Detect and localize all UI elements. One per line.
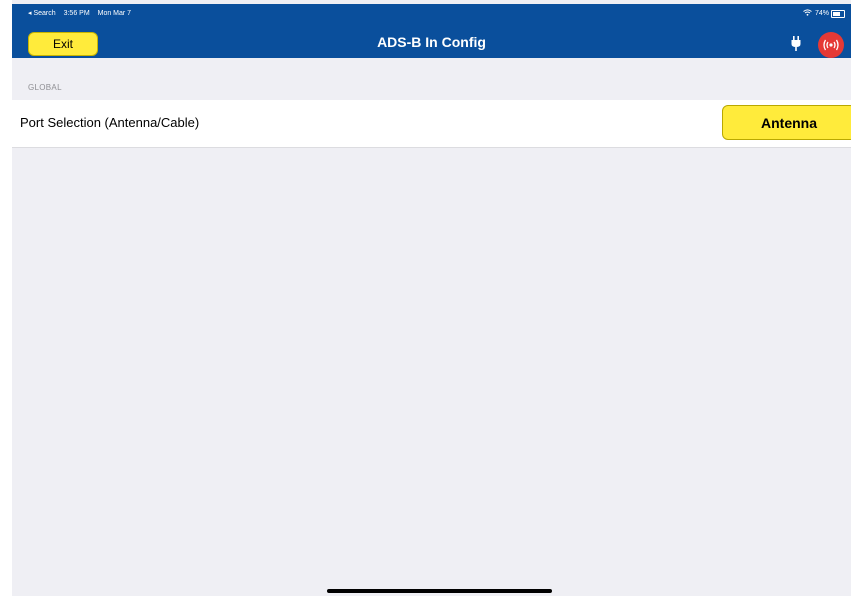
battery-icon [831, 9, 845, 18]
port-selection-row: Port Selection (Antenna/Cable) Antenna [12, 100, 851, 148]
section-header-global: GLOBAL [28, 83, 62, 92]
page-title: ADS-B In Config [377, 34, 486, 50]
plug-icon[interactable] [790, 36, 802, 52]
status-time: 3:56 PM [63, 10, 90, 17]
app-screen: Exit ADS-B In Config ◂ Search 3:56 PM Mo… [12, 0, 851, 596]
port-selection-button[interactable]: Antenna [722, 105, 851, 140]
port-selection-label: Port Selection (Antenna/Cable) [20, 115, 200, 130]
wifi-icon [803, 9, 812, 18]
battery-percent: 74% [814, 10, 829, 17]
battery-fill [833, 11, 841, 16]
home-indicator[interactable] [327, 589, 552, 593]
status-bar: ◂ Search 3:56 PM Mon Mar 7 74% [12, 6, 851, 20]
status-date: Mon Mar 7 [97, 10, 132, 17]
back-to-search-link[interactable]: ◂ Search [28, 10, 56, 17]
radio-broadcast-icon[interactable] [818, 32, 844, 58]
